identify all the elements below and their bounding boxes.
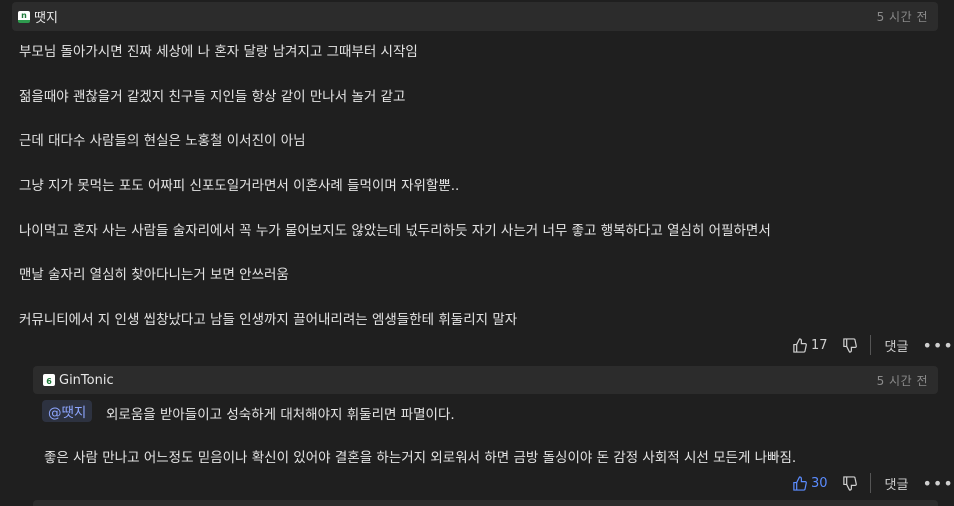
next-reply-header: [33, 500, 938, 506]
reply-button[interactable]: 댓글: [885, 474, 909, 493]
thumbs-up-icon[interactable]: [791, 337, 807, 353]
comment-line: 근데 대다수 사람들의 현실은 노홍철 이서진이 아님: [19, 133, 306, 149]
user-badge-icon: n: [18, 10, 30, 23]
divider: [869, 335, 871, 355]
comment-header: n 땟지 5 시간 전: [12, 2, 938, 31]
reply-line: 외로움을 받아들이고 성숙하게 대처해야지 휘둘리면 파멸이다.: [106, 407, 455, 423]
reply-time: 5 시간 전: [876, 373, 928, 388]
like-count: 30: [811, 475, 828, 491]
reply-button[interactable]: 댓글: [885, 336, 909, 355]
comment-line: 맨날 술자리 열심히 찾아다니는거 보면 안쓰러움: [19, 267, 289, 283]
thumbs-down-icon[interactable]: [842, 475, 858, 491]
like-count: 17: [811, 337, 828, 353]
comment-author[interactable]: n 땟지: [18, 7, 58, 26]
thumbs-up-icon[interactable]: [791, 475, 807, 491]
more-icon[interactable]: •••: [922, 336, 953, 355]
comment-line: 나이먹고 혼자 사는 사람들 술자리에서 꼭 누가 물어보지도 않았는데 넋두리…: [19, 223, 771, 239]
author-name[interactable]: GinTonic: [59, 373, 114, 388]
comment-time: 5 시간 전: [876, 10, 928, 24]
reply-header: 6 GinTonic 5 시간 전: [33, 366, 938, 394]
comment-line: 젊을때야 괜찮을거 같겠지 친구들 지인들 항상 같이 만나서 놀거 같고: [19, 89, 406, 105]
comment-line: 그냥 지가 못먹는 포도 어짜피 신포도일거라면서 이혼사례 들먹이며 자위할뿐…: [19, 178, 460, 194]
user-badge-icon: 6: [43, 374, 55, 386]
reply-line: 좋은 사람 만나고 어느정도 믿음이나 확신이 있어야 결혼을 하는거지 외로워…: [44, 450, 797, 466]
more-icon[interactable]: •••: [922, 474, 953, 493]
divider: [869, 473, 871, 493]
author-name[interactable]: 땟지: [34, 7, 58, 26]
reply-author[interactable]: 6 GinTonic: [43, 373, 114, 388]
comment-line: 커뮤니티에서 지 인생 씹창났다고 남들 인생까지 끌어내리려는 엠생들한테 휘…: [19, 312, 518, 328]
reply-actions: 30 댓글 •••: [791, 472, 954, 494]
comment-actions: 17 댓글 •••: [791, 334, 954, 356]
thumbs-down-icon[interactable]: [842, 337, 858, 353]
mention-tag[interactable]: @땟지: [42, 400, 93, 422]
comment-line: 부모님 돌아가시면 진짜 세상에 나 혼자 달랑 남겨지고 그때부터 시작임: [19, 44, 418, 60]
